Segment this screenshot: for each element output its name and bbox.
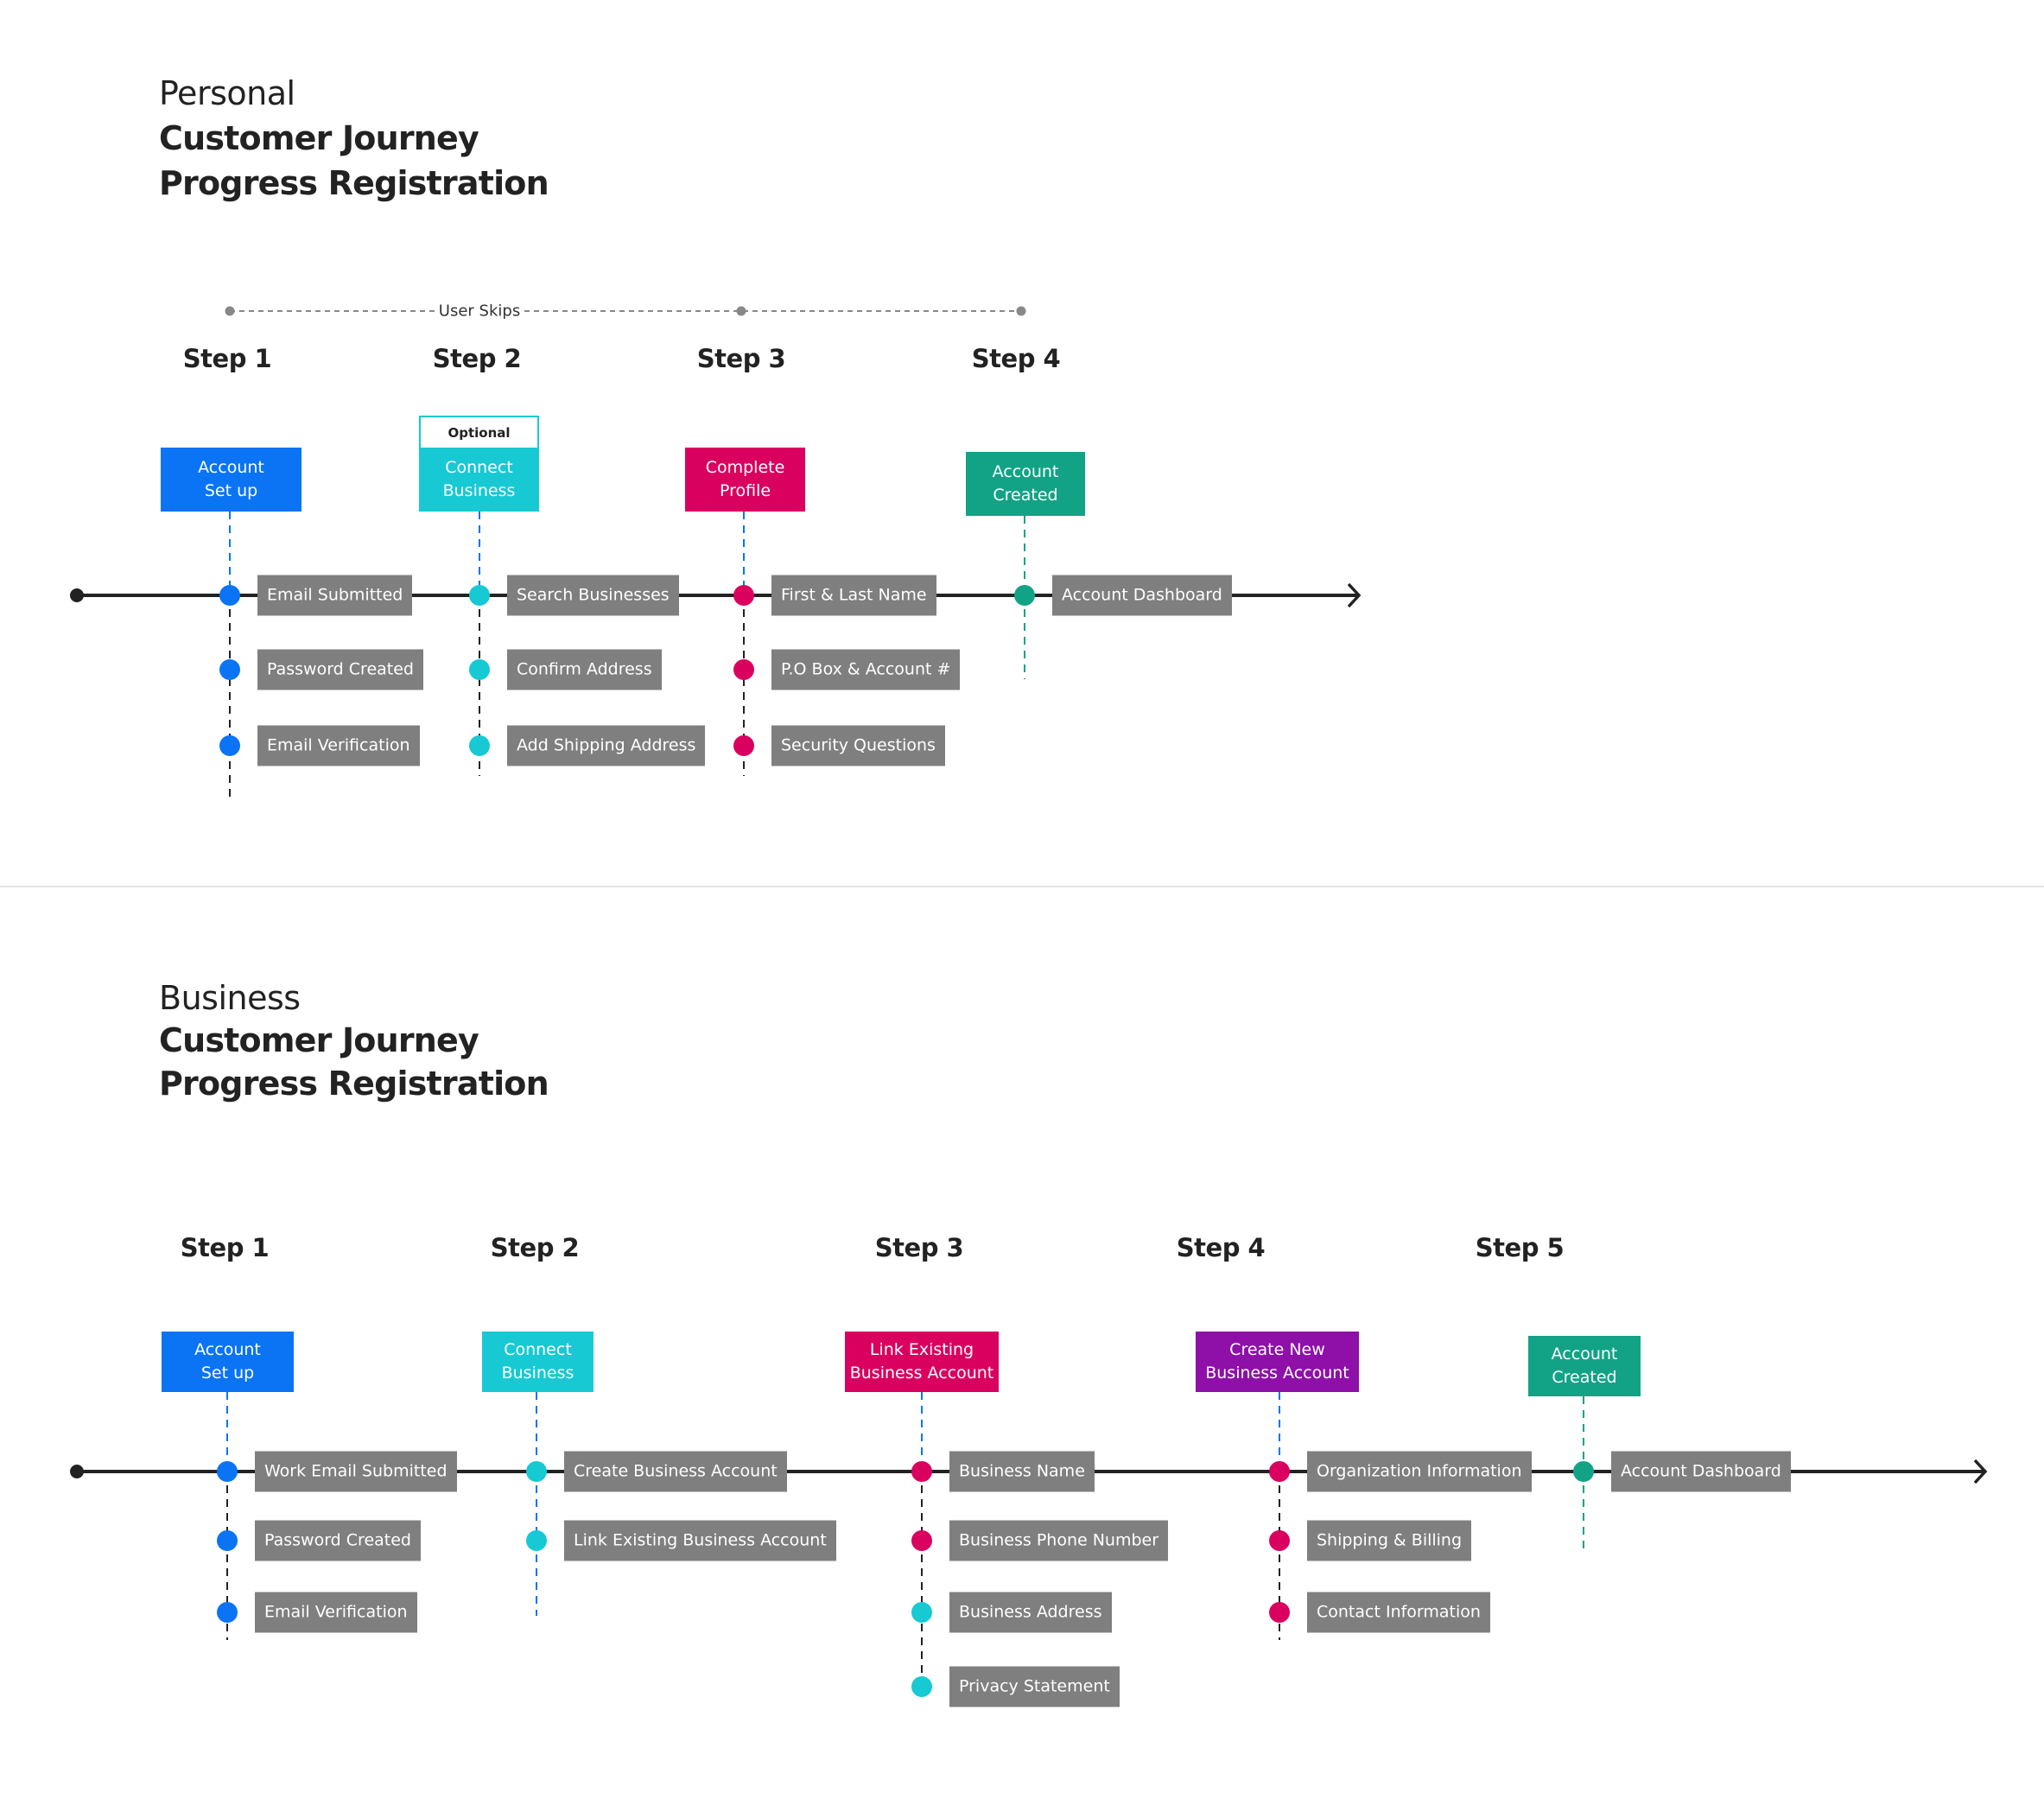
business-step-2-item-1-node: [526, 1461, 547, 1482]
business-step-2-item-2-label: Link Existing Business Account: [564, 1520, 836, 1561]
business-step-4-item-1-node: [1269, 1461, 1290, 1482]
business-step-1-phase-box: Account Set up: [162, 1332, 294, 1392]
business-step-1-item-2-node: [217, 1530, 238, 1551]
business-step-3-item-2-node: [911, 1530, 932, 1551]
business-step-2-item-1-label: Create Business Account: [564, 1451, 787, 1492]
business-step-4-item-3-label: Contact Information: [1307, 1592, 1490, 1633]
business-step-2-phase-box: Connect Business: [482, 1332, 594, 1392]
business-step-1-item-3-node: [217, 1602, 238, 1623]
business-step-3-item-4-node: [911, 1676, 932, 1697]
business-step-3-item-4-label: Privacy Statement: [949, 1666, 1120, 1707]
business-step-5-item-1-label: Account Dashboard: [1611, 1451, 1791, 1492]
business-step-3-item-1-label: Business Name: [949, 1451, 1095, 1492]
business-step-5-item-1-node: [1573, 1461, 1594, 1482]
business-timeline-start-dot: [70, 1465, 84, 1478]
business-step-3-heading: Step 3: [874, 1233, 964, 1262]
business-step-5-phase-box: Account Created: [1528, 1336, 1641, 1396]
business-step-4-item-3-node: [1269, 1602, 1290, 1623]
business-step-1-item-1-node: [217, 1461, 238, 1482]
business-step-3-item-2-label: Business Phone Number: [949, 1520, 1169, 1561]
business-step-2-heading: Step 2: [490, 1233, 580, 1262]
business-step-4-item-2-label: Shipping & Billing: [1307, 1520, 1472, 1561]
business-step-1-item-2-label: Password Created: [255, 1520, 421, 1561]
business-step-3-item-3-node: [911, 1602, 932, 1623]
business-step-1-item-1-label: Work Email Submitted: [255, 1451, 457, 1492]
business-step-3-phase-box: Link Existing Business Account: [845, 1332, 999, 1392]
business-step-3-item-1-node: [911, 1461, 932, 1482]
business-step-3-item-3-label: Business Address: [949, 1592, 1112, 1633]
business-step-4-phase-box: Create New Business Account: [1196, 1332, 1359, 1392]
business-step-2-item-2-node: [526, 1530, 547, 1551]
business-step-5-heading: Step 5: [1475, 1233, 1565, 1262]
business-step-1-heading: Step 1: [180, 1233, 270, 1262]
business-step-4-heading: Step 4: [1176, 1233, 1266, 1262]
business-step-1-item-3-label: Email Verification: [255, 1592, 417, 1633]
business-step-4-item-1-label: Organization Information: [1307, 1451, 1532, 1492]
business-step-4-item-2-node: [1269, 1530, 1290, 1551]
